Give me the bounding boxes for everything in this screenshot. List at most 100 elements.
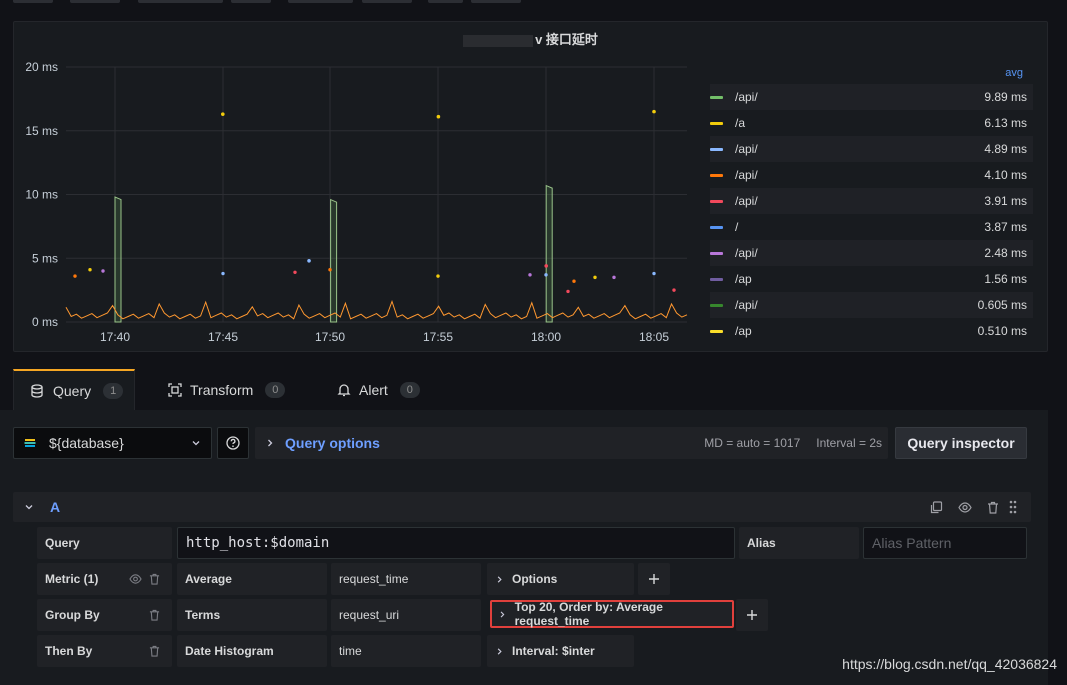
thenby-options-toggle[interactable]: Interval: $inter — [487, 635, 634, 667]
series-spike — [330, 198, 338, 323]
y-tick-label: 10 ms — [25, 188, 58, 202]
duplicate-icon[interactable] — [930, 501, 943, 514]
legend-item[interactable]: /api/0.605 ms — [710, 292, 1033, 318]
legend-series-name[interactable]: /api/ — [735, 298, 978, 312]
tab-transform[interactable]: Transform 0 — [168, 369, 286, 411]
max-datapoints-info: MD = auto = 1017 — [704, 436, 801, 450]
trash-icon[interactable] — [149, 645, 160, 657]
latency-chart[interactable]: 20 ms 15 ms 10 ms 5 ms 0 ms 17:40 17:45 17:50 17… — [14, 52, 704, 372]
legend-series-avg: 6.13 ms — [984, 116, 1027, 130]
legend-series-avg: 4.89 ms — [984, 142, 1027, 156]
legend-series-name[interactable]: /api/ — [735, 246, 984, 260]
metric-type-select[interactable]: Average — [177, 563, 327, 595]
metric-options-toggle[interactable]: Options — [487, 563, 634, 595]
grafana-editor: v 接口延时 20 ms 15 ms 10 ms 5 ms 0 ms 17:40 17:45… — [0, 0, 1067, 685]
eye-icon[interactable] — [958, 501, 972, 514]
legend-item[interactable]: /api/2.48 ms — [710, 240, 1033, 266]
query-ref-id[interactable]: A — [50, 499, 60, 515]
legend-swatch[interactable] — [710, 173, 723, 177]
legend-item[interactable]: /ap 0.510 ms — [710, 318, 1033, 344]
datasource-select[interactable]: ${database} — [13, 427, 212, 459]
groupby-field-select[interactable]: request_uri — [331, 599, 481, 631]
database-icon — [31, 384, 43, 398]
legend-swatch[interactable] — [710, 251, 723, 255]
legend-series-avg: 2.48 ms — [984, 246, 1027, 260]
thenby-field-select[interactable]: time — [331, 635, 481, 667]
legend-swatch[interactable] — [710, 199, 723, 203]
legend-item[interactable]: /api/4.89 ms — [710, 136, 1033, 162]
groupby-type-select[interactable]: Terms — [177, 599, 327, 631]
legend-series-name[interactable]: /api/ — [735, 90, 984, 104]
legend-item[interactable]: /api/4.10 ms — [710, 162, 1033, 188]
legend-swatch[interactable] — [710, 277, 723, 281]
legend-item[interactable]: /3.87 ms — [710, 214, 1033, 240]
trash-icon[interactable] — [149, 573, 160, 585]
alias-label: Alias — [739, 527, 859, 559]
add-metric-button[interactable] — [638, 563, 670, 595]
data-point — [101, 269, 105, 273]
legend-series-name[interactable]: /api/ — [735, 142, 984, 156]
query-input[interactable]: http_host:$domain — [177, 527, 735, 559]
watermark: https://blog.csdn.net/qq_42036824 — [842, 656, 1057, 672]
thenby-options-label: Interval: $inter — [512, 644, 595, 658]
tab-query[interactable]: Query 1 — [13, 369, 135, 411]
query-options-bar[interactable]: Query options MD = auto = 1017 Interval … — [255, 427, 888, 459]
legend-avg-header[interactable]: avg — [1005, 67, 1023, 79]
legend-series-avg: 0.510 ms — [977, 324, 1027, 338]
data-point — [221, 112, 225, 116]
data-point — [436, 114, 441, 119]
thenby-type-select[interactable]: Date Histogram — [177, 635, 327, 667]
transform-icon — [168, 383, 182, 397]
y-tick-label: 0 ms — [32, 315, 58, 329]
data-point — [328, 268, 332, 272]
legend-series-name[interactable]: /ap — [735, 272, 984, 286]
metric-field-select[interactable]: request_time — [331, 563, 481, 595]
legend-swatch[interactable] — [710, 147, 723, 151]
legend-item[interactable]: /ap 1.56 ms — [710, 266, 1033, 292]
query-inspector-button[interactable]: Query inspector — [895, 427, 1027, 459]
legend-series-name[interactable]: /ap — [735, 324, 978, 338]
legend-series-name[interactable]: /api/ — [735, 194, 984, 208]
interval-info: Interval = 2s — [816, 436, 882, 450]
eye-icon[interactable] — [129, 573, 142, 585]
x-tick-label: 18:00 — [531, 330, 561, 344]
trash-icon[interactable] — [149, 609, 160, 621]
groupby-options-toggle[interactable]: Top 20, Order by: Average request_time — [490, 600, 734, 628]
legend-series-name[interactable]: /api/ — [735, 168, 984, 182]
panel-title[interactable]: v 接口延时 — [14, 29, 1047, 48]
tab-alert[interactable]: Alert 0 — [337, 369, 420, 411]
x-tick-label: 18:05 — [639, 330, 669, 344]
add-groupby-button[interactable] — [736, 599, 768, 631]
legend-series-name[interactable]: /a — [735, 116, 984, 130]
trash-icon[interactable] — [987, 501, 999, 514]
tab-query-count: 1 — [103, 383, 124, 399]
chevron-right-icon — [497, 575, 502, 583]
query-row-header[interactable]: A — [13, 492, 1031, 522]
collapse-chevron-icon[interactable] — [24, 502, 34, 512]
groupby-options-label: Top 20, Order by: Average request_time — [514, 600, 663, 628]
legend-swatch[interactable] — [710, 95, 723, 99]
legend-swatch[interactable] — [710, 303, 723, 307]
datasource-help-button[interactable] — [217, 427, 249, 459]
data-point — [652, 271, 656, 276]
question-icon — [226, 436, 240, 450]
data-point — [593, 275, 597, 280]
data-point — [88, 268, 92, 272]
tab-transform-label: Transform — [190, 382, 254, 398]
data-point — [544, 264, 548, 268]
legend-series-avg: 1.56 ms — [984, 272, 1027, 286]
drag-handle-icon[interactable] — [1008, 500, 1018, 514]
data-point — [672, 288, 676, 292]
legend-item[interactable]: /api/3.91 ms — [710, 188, 1033, 214]
legend-item[interactable]: /a 6.13 ms — [710, 110, 1033, 136]
editor-tabs: Query 1 Transform 0 Alert 0 — [13, 369, 1048, 411]
data-point — [572, 279, 576, 283]
alias-input[interactable]: Alias Pattern — [863, 527, 1027, 559]
legend-series-name[interactable]: / — [735, 220, 984, 234]
legend-series-avg: 0.605 ms — [977, 298, 1027, 312]
legend-swatch[interactable] — [710, 329, 723, 333]
metric-label-text: Metric (1) — [45, 572, 99, 586]
legend-swatch[interactable] — [710, 121, 723, 125]
legend-swatch[interactable] — [710, 225, 723, 229]
legend-item[interactable]: /api/9.89 ms — [710, 84, 1033, 110]
